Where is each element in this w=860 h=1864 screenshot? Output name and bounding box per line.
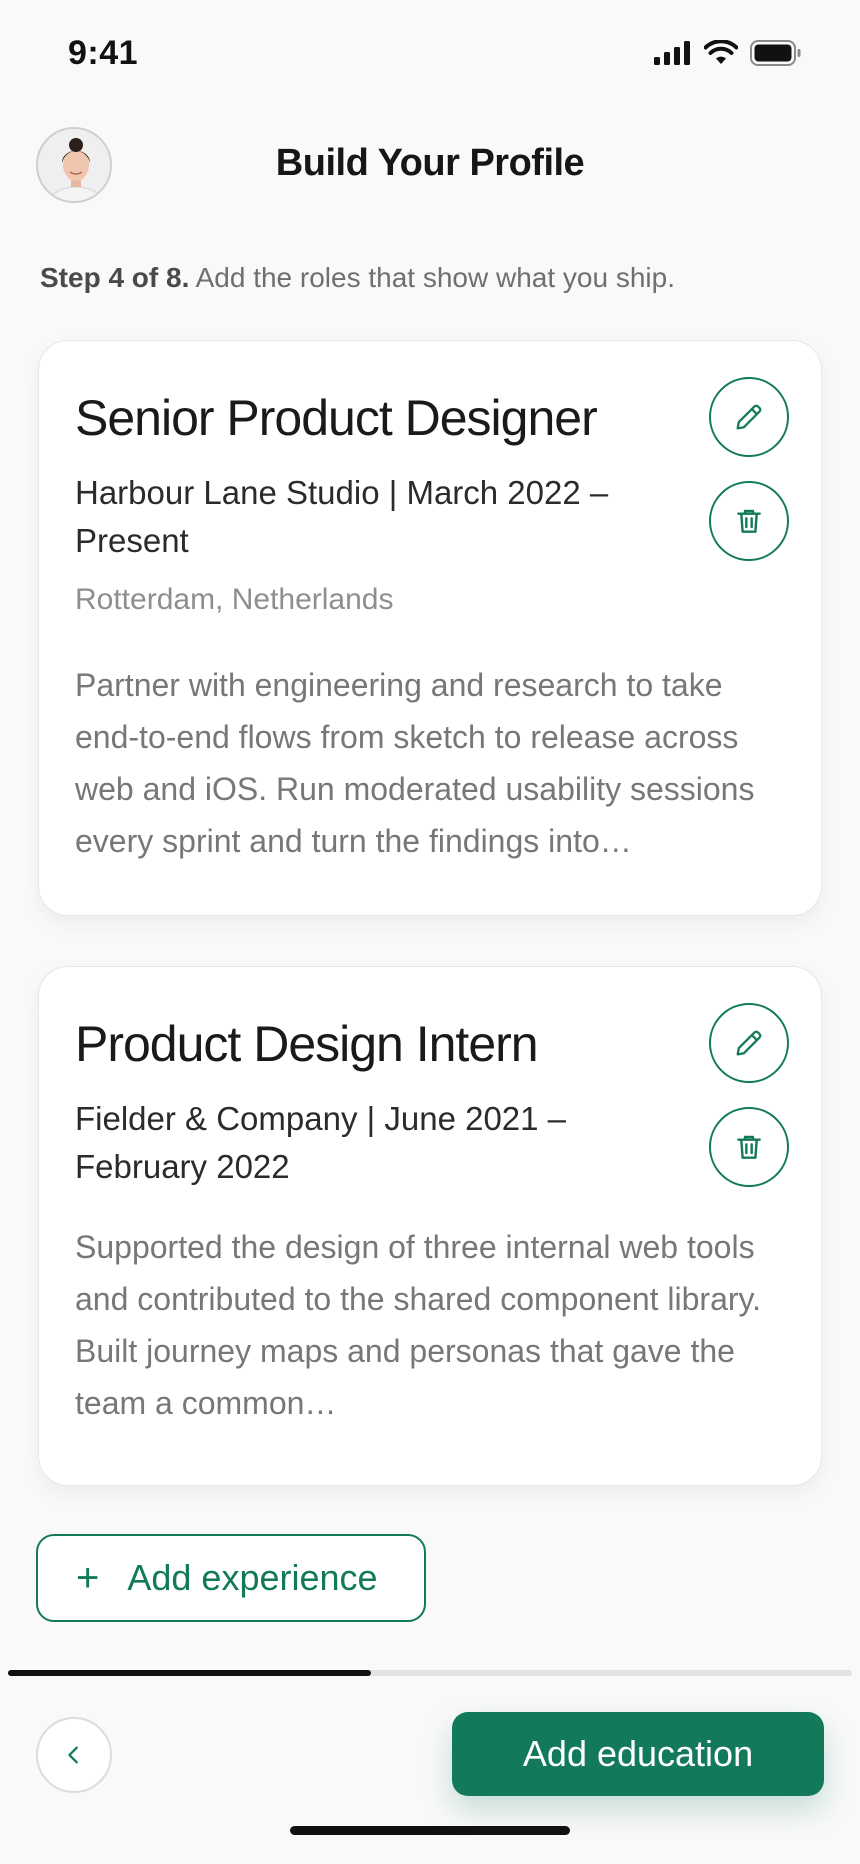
experience-card[interactable]: Product Design Intern Fielder & Company … bbox=[38, 966, 822, 1486]
status-bar: 9:41 bbox=[0, 0, 860, 110]
edit-button[interactable] bbox=[709, 1003, 789, 1083]
progress-bar bbox=[8, 1670, 852, 1676]
home-indicator bbox=[290, 1826, 570, 1835]
role-company-dates: Fielder & Company | June 2021 – February… bbox=[75, 1100, 567, 1185]
trash-icon bbox=[737, 509, 761, 533]
pencil-icon bbox=[736, 404, 762, 430]
role-company-dates: Harbour Lane Studio | March 2022 – Prese… bbox=[75, 474, 609, 559]
experience-card[interactable]: Senior Product Designer Harbour Lane Stu… bbox=[38, 340, 822, 916]
step-instructions: Step 4 of 8. Add the roles that show wha… bbox=[40, 262, 675, 294]
page-title: Build Your Profile bbox=[275, 142, 585, 184]
battery-icon bbox=[750, 40, 801, 66]
edit-button[interactable] bbox=[709, 377, 789, 457]
cellular-signal-icon bbox=[654, 41, 690, 65]
plus-icon: + bbox=[76, 1556, 100, 1600]
role-location: Rotterdam, Netherlands bbox=[75, 583, 394, 616]
delete-button[interactable] bbox=[709, 481, 789, 561]
add-experience-label: Add experience bbox=[127, 1557, 378, 1598]
wifi-icon bbox=[704, 40, 738, 64]
step-text: Add the roles that show what you ship. bbox=[189, 262, 675, 293]
status-time: 9:41 bbox=[68, 34, 139, 72]
chevron-left-icon bbox=[68, 1746, 78, 1764]
role-description: Partner with engineering and research to… bbox=[75, 667, 755, 859]
delete-button[interactable] bbox=[709, 1107, 789, 1187]
trash-icon bbox=[737, 1135, 761, 1159]
pencil-icon bbox=[736, 1030, 762, 1056]
step-counter: Step 4 of 8. bbox=[40, 262, 190, 293]
progress-fill bbox=[8, 1670, 371, 1676]
status-icons bbox=[654, 40, 802, 66]
role-description: Supported the design of three internal w… bbox=[75, 1229, 762, 1421]
add-experience-button[interactable]: + Add experience bbox=[36, 1534, 426, 1622]
role-title: Product Design Intern bbox=[75, 1016, 539, 1072]
back-button[interactable] bbox=[36, 1717, 112, 1793]
role-title: Senior Product Designer bbox=[75, 390, 598, 446]
add-education-button[interactable]: Add education bbox=[452, 1712, 824, 1796]
